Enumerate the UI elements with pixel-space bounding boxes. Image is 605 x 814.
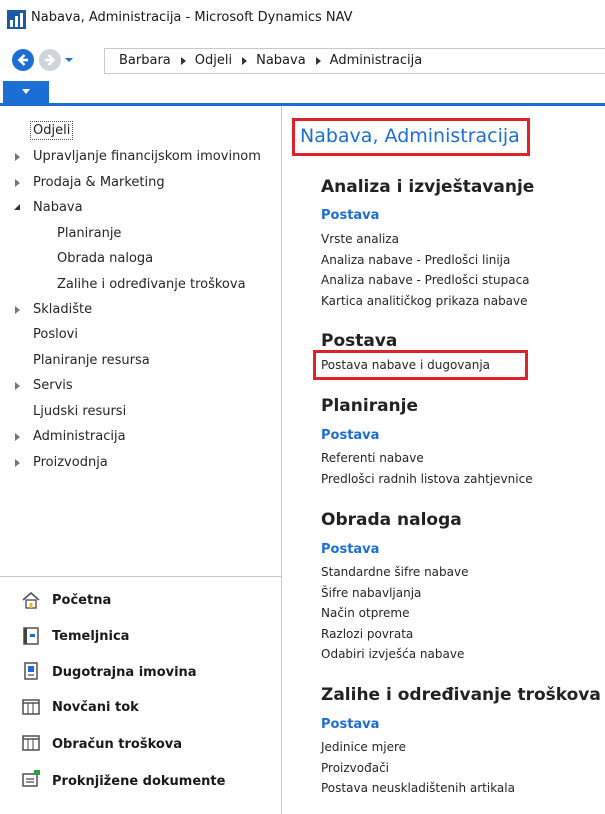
breadcrumb-item[interactable]: Odjeli <box>195 53 232 68</box>
breadcrumb-separator-icon[interactable] <box>315 56 321 65</box>
tree-item-poslovi[interactable]: Poslovi <box>33 327 78 342</box>
breadcrumb-separator-icon[interactable] <box>180 56 186 65</box>
ribbon-toggle-button[interactable] <box>3 81 49 103</box>
group-heading-postava: Postava <box>321 542 380 557</box>
link-proizvodaci[interactable]: Proizvođači <box>321 761 389 775</box>
link-predlosci-radnih-listova-zahtjevnice[interactable]: Predlošci radnih listova zahtjevnice <box>321 472 533 486</box>
dynamics-nav-app-icon <box>7 10 26 29</box>
tree-item-planiranje-resursa[interactable]: Planiranje resursa <box>33 353 150 368</box>
link-postava-nabave-i-dugovanja[interactable]: Postava nabave i dugovanja <box>321 358 490 372</box>
cost-accounting-icon <box>22 735 40 751</box>
tree-item-upravljanje-financijskom-imovinom[interactable]: Upravljanje financijskom imovinom <box>33 149 261 164</box>
area-label: Dugotrajna imovina <box>52 665 197 680</box>
home-icon <box>22 591 40 609</box>
breadcrumb-item[interactable]: Nabava <box>256 53 306 68</box>
area-label: Početna <box>52 593 112 608</box>
breadcrumb-item[interactable]: Barbara <box>119 53 171 68</box>
tree-item-obrada-naloga[interactable]: Obrada naloga <box>57 251 153 266</box>
history-dropdown-icon[interactable] <box>64 55 74 65</box>
section-heading-obrada-naloga: Obrada naloga <box>321 510 462 530</box>
breadcrumb: Barbara Odjeli Nabava Administracija <box>119 53 422 68</box>
back-button[interactable] <box>12 49 34 71</box>
link-analiza-nabave-predlosci-linija[interactable]: Analiza nabave - Predlošci linija <box>321 253 510 267</box>
chevron-down-icon <box>22 89 30 94</box>
link-vrste-analiza[interactable]: Vrste analiza <box>321 232 399 246</box>
link-odabiri-izvjesca-nabave[interactable]: Odabiri izvješća nabave <box>321 647 464 661</box>
posted-documents-icon <box>22 770 40 787</box>
breadcrumb-item[interactable]: Administracija <box>330 53 423 68</box>
area-label: Proknjižene dokumente <box>52 774 226 789</box>
area-label: Obračun troškova <box>52 737 183 752</box>
tree-item-proizvodnja[interactable]: Proizvodnja <box>33 455 108 470</box>
tree-item-planiranje[interactable]: Planiranje <box>57 226 121 241</box>
page-title: Nabava, Administracija <box>300 125 520 147</box>
expand-arrow-icon[interactable] <box>15 179 20 187</box>
tree-item-servis[interactable]: Servis <box>33 378 73 393</box>
cash-flow-icon <box>22 699 40 715</box>
title-bar: Nabava, Administracija - Microsoft Dynam… <box>0 0 605 38</box>
tree-item-prodaja-marketing[interactable]: Prodaja & Marketing <box>33 175 165 190</box>
section-heading-postava: Postava <box>321 331 398 351</box>
tree-item-administracija[interactable]: Administracija <box>33 429 126 444</box>
group-heading-postava: Postava <box>321 208 380 223</box>
link-postava-neuskladistenih-artikala[interactable]: Postava neuskladištenih artikala <box>321 781 515 795</box>
breadcrumb-separator-icon[interactable] <box>242 56 248 65</box>
group-heading-postava: Postava <box>321 428 380 443</box>
expand-arrow-icon[interactable] <box>15 433 20 441</box>
group-heading-postava: Postava <box>321 717 380 732</box>
section-heading-zalihe-i-odredivanje-troskova: Zalihe i određivanje troškova <box>321 685 601 705</box>
collapse-arrow-icon[interactable] <box>14 204 20 210</box>
journal-icon <box>23 627 39 645</box>
tree-item-skladiste[interactable]: Skladište <box>33 302 92 317</box>
window-title: Nabava, Administracija - Microsoft Dynam… <box>31 10 353 25</box>
link-nacin-otpreme[interactable]: Način otpreme <box>321 606 409 620</box>
expand-arrow-icon[interactable] <box>15 382 20 390</box>
navpane-divider <box>0 576 281 577</box>
tree-item-zalihe-i-odredivanje-troskova[interactable]: Zalihe i određivanje troškova <box>57 277 246 292</box>
arrow-right-icon <box>45 54 56 66</box>
tree-item-nabava[interactable]: Nabava <box>33 200 83 215</box>
link-kartica-analitickog-prikaza-nabave[interactable]: Kartica analitičkog prikaza nabave <box>321 294 528 308</box>
expand-arrow-icon[interactable] <box>15 459 20 467</box>
arrow-left-icon <box>17 54 28 66</box>
area-label: Novčani tok <box>52 700 139 715</box>
link-analiza-nabave-predlosci-stupaca[interactable]: Analiza nabave - Predlošci stupaca <box>321 273 530 287</box>
link-referenti-nabave[interactable]: Referenti nabave <box>321 451 424 465</box>
section-heading-analiza-i-izvjestavanje: Analiza i izvještavanje <box>321 177 535 197</box>
section-heading-planiranje: Planiranje <box>321 396 419 416</box>
link-standardne-sifre-nabave[interactable]: Standardne šifre nabave <box>321 565 469 579</box>
link-jedinice-mjere[interactable]: Jedinice mjere <box>321 740 406 754</box>
expand-arrow-icon[interactable] <box>15 306 20 314</box>
fixed-assets-icon <box>24 662 38 680</box>
link-razlozi-povrata[interactable]: Razlozi povrata <box>321 627 413 641</box>
area-label: Temeljnica <box>52 629 130 644</box>
tree-item-odjeli[interactable]: Odjeli <box>30 121 74 140</box>
forward-button[interactable] <box>39 49 61 71</box>
link-sifre-nabavljanja[interactable]: Šifre nabavljanja <box>321 586 421 600</box>
tree-item-ljudski-resursi[interactable]: Ljudski resursi <box>33 404 126 419</box>
expand-arrow-icon[interactable] <box>15 153 20 161</box>
